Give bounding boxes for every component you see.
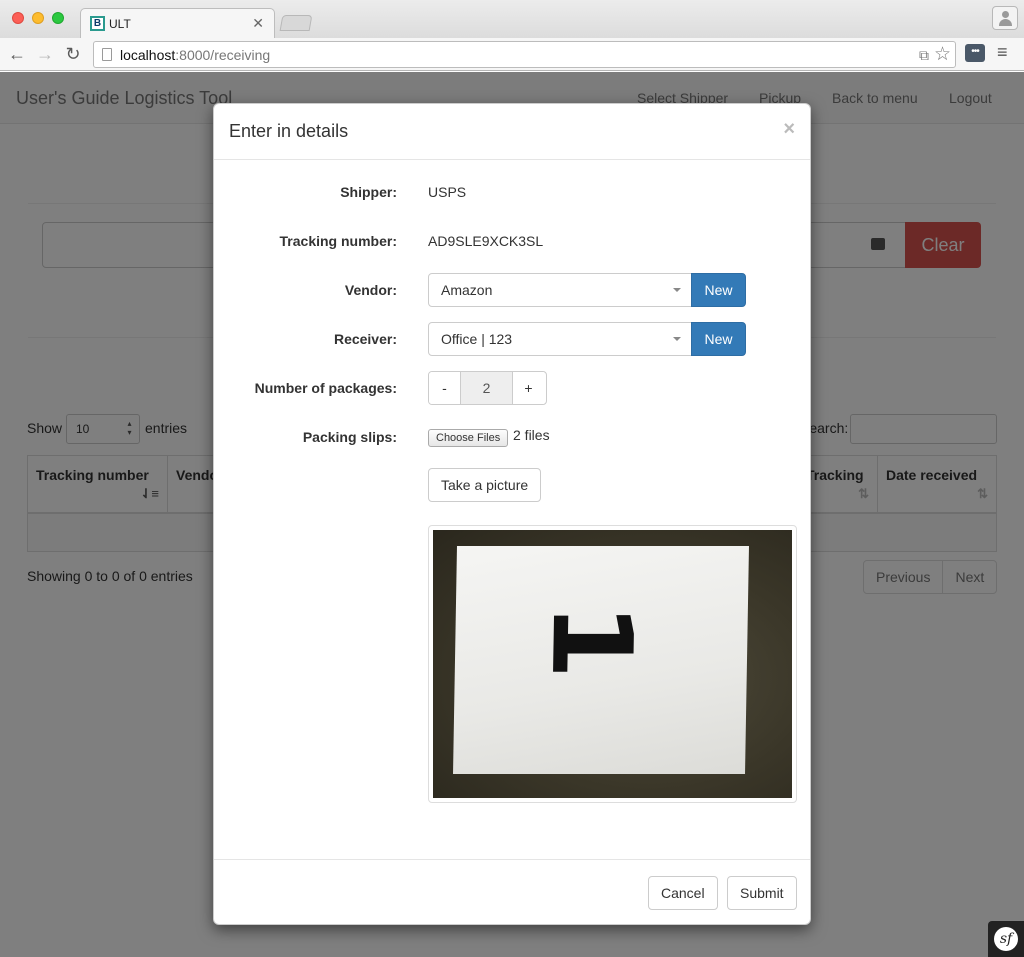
take-picture-button[interactable]: Take a picture	[428, 468, 542, 502]
window-zoom-button[interactable]	[52, 12, 64, 24]
browser-titlebar: B ULT ✕	[0, 0, 1024, 38]
window-close-button[interactable]	[12, 12, 24, 24]
receiver-label: Receiver:	[333, 331, 397, 347]
new-tab-button[interactable]	[279, 15, 313, 31]
hamburger-menu-icon[interactable]: ≡	[997, 42, 1008, 63]
paper-sheet: 1	[453, 546, 749, 774]
packing-slip-photo: 1	[433, 530, 792, 798]
cancel-button[interactable]: Cancel	[648, 876, 718, 910]
modal-header: Enter in details ×	[214, 104, 810, 160]
page-icon	[102, 48, 112, 61]
packages-count-input[interactable]: 2	[460, 372, 513, 404]
address-bar[interactable]: localhost:8000/receiving ⧉ ☆	[93, 41, 956, 68]
arrow-right-icon[interactable]: →	[33, 42, 57, 66]
video-camera-icon[interactable]: ⧉	[919, 47, 929, 64]
url-text: localhost:8000/receiving	[120, 47, 270, 63]
modal-title: Enter in details	[229, 121, 349, 141]
close-icon[interactable]: ×	[783, 118, 795, 141]
packages-stepper: - 2 +	[428, 371, 547, 405]
reload-icon[interactable]: ↻	[61, 42, 85, 66]
symfony-logo-icon: sf	[994, 927, 1018, 951]
choose-files-button[interactable]: Choose Files	[428, 429, 509, 447]
arrow-left-icon[interactable]: ←	[5, 42, 29, 66]
submit-button[interactable]: Submit	[727, 876, 797, 910]
details-modal: Enter in details × Shipper: USPS Trackin…	[213, 103, 811, 925]
files-count: 2 files	[513, 427, 550, 443]
increment-button[interactable]: +	[513, 372, 544, 404]
tracking-number-label: Tracking number:	[279, 233, 397, 249]
vendor-select[interactable]: Amazon	[428, 273, 692, 307]
tracking-number-value: AD9SLE9XCK3SL	[428, 233, 544, 249]
photo-thumbnail: 1	[428, 525, 797, 803]
tab-close-icon[interactable]: ✕	[252, 15, 264, 32]
modal-footer: Cancel Submit	[214, 859, 810, 924]
new-vendor-button[interactable]: New	[691, 273, 746, 307]
vendor-label: Vendor:	[344, 282, 397, 298]
shipper-value: USPS	[428, 184, 467, 200]
url-host: localhost	[120, 47, 176, 63]
profile-icon[interactable]	[992, 6, 1018, 30]
symfony-toolbar[interactable]: sf	[988, 921, 1024, 957]
window-minimize-button[interactable]	[32, 12, 44, 24]
browser-tab[interactable]: B ULT ✕	[80, 8, 275, 38]
shipper-label: Shipper:	[340, 184, 397, 200]
packing-slips-label: Packing slips:	[302, 429, 397, 445]
new-receiver-button[interactable]: New	[691, 322, 746, 356]
star-icon[interactable]: ☆	[934, 43, 951, 66]
url-path: :8000/receiving	[175, 47, 271, 63]
favicon-icon: B	[90, 16, 105, 31]
extension-icon[interactable]: •••	[965, 44, 985, 62]
receiver-select[interactable]: Office | 123	[428, 322, 692, 356]
tab-title: ULT	[109, 17, 131, 31]
photo-digit: 1	[526, 602, 657, 680]
packages-label: Number of packages:	[254, 380, 397, 396]
decrement-button[interactable]: -	[429, 372, 460, 404]
browser-toolbar: ← → ↻ localhost:8000/receiving ⧉ ☆	[0, 38, 1024, 71]
